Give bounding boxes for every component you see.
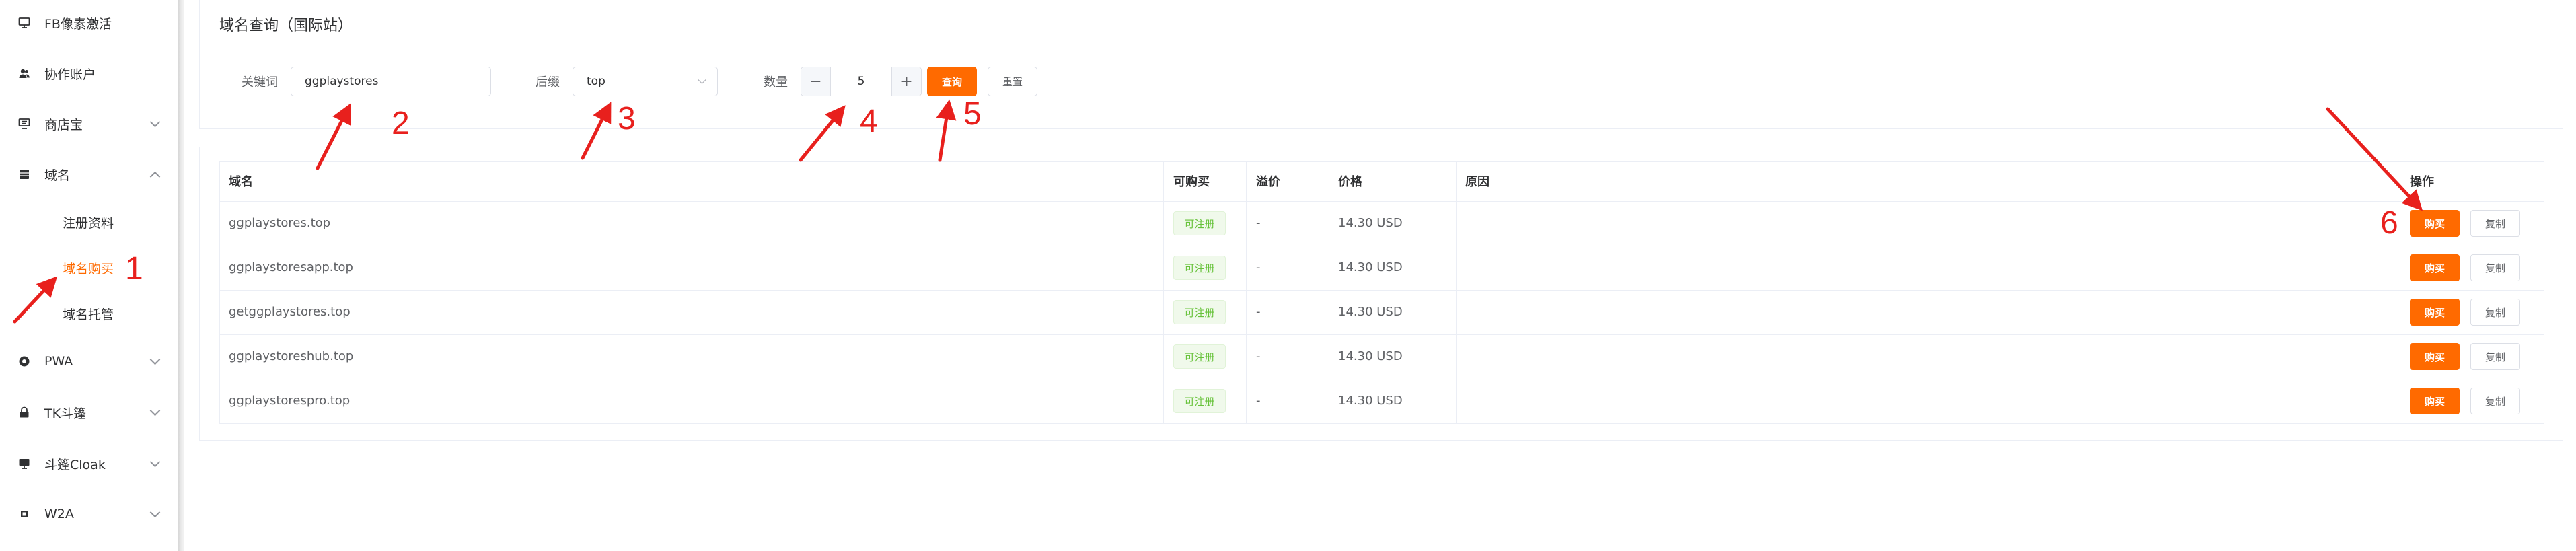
- domain-cell: getggplaystores.top: [229, 305, 351, 319]
- menu-item-w2a[interactable]: W2A: [0, 494, 178, 534]
- menu-label: 斗篷Cloak: [44, 457, 106, 472]
- premium-cell: -: [1256, 305, 1261, 319]
- sidebar-divider: [178, 0, 184, 551]
- copy-button[interactable]: 复制: [2470, 343, 2520, 370]
- buy-button[interactable]: 购买: [2410, 210, 2460, 237]
- header-domain: 域名: [229, 175, 253, 189]
- header-premium: 溢价: [1256, 175, 1280, 189]
- chevron-down-icon: [149, 405, 161, 416]
- page-title: 域名查询（国际站）: [219, 17, 353, 34]
- menu-item-store[interactable]: 商店宝: [0, 104, 178, 144]
- monitor-icon: [17, 16, 31, 30]
- status-badge: 可注册: [1173, 256, 1226, 280]
- menu-item-collab-account[interactable]: 协作账户: [0, 53, 178, 94]
- submenu-item-domain-purchase[interactable]: 域名购买: [0, 248, 178, 288]
- copy-button[interactable]: 复制: [2470, 210, 2520, 237]
- search-card: [199, 0, 2563, 129]
- increase-button[interactable]: +: [891, 67, 921, 96]
- suffix-select[interactable]: top: [573, 67, 718, 96]
- header-reason: 原因: [1465, 175, 1489, 189]
- domain-cell: ggplaystoreshub.top: [229, 349, 354, 363]
- decrease-button[interactable]: −: [801, 67, 831, 96]
- annotation-number: 1: [125, 251, 143, 287]
- server-icon: [17, 168, 31, 181]
- menu-item-domain[interactable]: 域名: [0, 154, 178, 194]
- annotation-number: 6: [2380, 205, 2398, 241]
- chevron-down-icon: [149, 507, 161, 518]
- buy-button[interactable]: 购买: [2410, 299, 2460, 326]
- premium-cell: -: [1256, 349, 1261, 363]
- buy-button[interactable]: 购买: [2410, 254, 2460, 281]
- price-cell: 14.30 USD: [1338, 394, 1403, 408]
- keyword-label: 关键词: [242, 75, 278, 89]
- domain-cell: ggplaystores.top: [229, 216, 331, 230]
- status-badge: 可注册: [1173, 300, 1226, 324]
- submenu-item-registration-info[interactable]: 注册资料: [0, 202, 178, 242]
- lock-icon: [17, 406, 31, 419]
- submenu-item-domain-hosting[interactable]: 域名托管: [0, 293, 178, 334]
- row-divider: [219, 334, 2544, 335]
- header-actions: 操作: [2410, 175, 2434, 189]
- domain-cell: ggplaystoresapp.top: [229, 260, 353, 274]
- annotation-number: 3: [618, 101, 636, 137]
- chevron-down-icon: [149, 456, 161, 468]
- submenu-label: 注册资料: [63, 215, 114, 231]
- sidebar: FB像素激活 协作账户 商店宝 域名 注册资料 域名购买 域名托管 PWA TK…: [0, 0, 178, 551]
- copy-button[interactable]: 复制: [2470, 299, 2520, 326]
- status-badge: 可注册: [1173, 211, 1226, 235]
- users-icon: [17, 67, 31, 80]
- price-cell: 14.30 USD: [1338, 260, 1403, 274]
- submenu-label: 域名购买: [63, 261, 114, 277]
- chevron-down-icon: [149, 354, 161, 365]
- status-badge: 可注册: [1173, 389, 1226, 413]
- premium-cell: -: [1256, 394, 1261, 408]
- header-price: 价格: [1338, 175, 1362, 189]
- monitor-icon: [17, 457, 31, 470]
- chevron-up-icon: [149, 171, 161, 182]
- menu-label: 协作账户: [44, 67, 96, 82]
- annotation-number: 5: [963, 96, 982, 132]
- premium-cell: -: [1256, 260, 1261, 274]
- quantity-input[interactable]: 5: [831, 67, 891, 96]
- monitor-icon: [17, 117, 31, 131]
- submenu-label: 域名托管: [63, 307, 114, 322]
- quantity-label: 数量: [764, 75, 788, 89]
- grid-icon: [17, 507, 31, 521]
- keyword-input-value: ggplaystores: [305, 75, 379, 88]
- menu-item-cloak[interactable]: 斗篷Cloak: [0, 443, 178, 484]
- copy-button[interactable]: 复制: [2470, 388, 2520, 414]
- annotation-number: 4: [860, 104, 878, 139]
- header-available: 可购买: [1173, 175, 1210, 189]
- menu-item-fb-pixel[interactable]: FB像素激活: [0, 3, 178, 43]
- suffix-select-value: top: [587, 75, 605, 88]
- menu-label: FB像素激活: [44, 16, 112, 32]
- query-button[interactable]: 查询: [927, 67, 977, 96]
- buy-button[interactable]: 购买: [2410, 388, 2460, 414]
- row-divider: [219, 290, 2544, 291]
- suffix-label: 后缀: [536, 75, 560, 89]
- menu-label: PWA: [44, 354, 73, 369]
- price-cell: 14.30 USD: [1338, 349, 1403, 363]
- keyword-input[interactable]: ggplaystores: [291, 67, 491, 96]
- gear-circle-icon: [17, 355, 31, 368]
- menu-label: TK斗篷: [44, 406, 87, 421]
- annotation-number: 2: [392, 106, 410, 141]
- copy-button[interactable]: 复制: [2470, 254, 2520, 281]
- menu-item-tk-cloak[interactable]: TK斗篷: [0, 392, 178, 433]
- menu-label: 域名: [44, 168, 71, 183]
- domain-cell: ggplaystorespro.top: [229, 394, 351, 408]
- menu-label: W2A: [44, 507, 74, 521]
- status-badge: 可注册: [1173, 344, 1226, 369]
- reset-button[interactable]: 重置: [988, 67, 1037, 96]
- price-cell: 14.30 USD: [1338, 305, 1403, 319]
- menu-item-pwa[interactable]: PWA: [0, 341, 178, 381]
- quantity-stepper: − 5 +: [801, 67, 922, 96]
- buy-button[interactable]: 购买: [2410, 343, 2460, 370]
- price-cell: 14.30 USD: [1338, 216, 1403, 230]
- premium-cell: -: [1256, 216, 1261, 230]
- menu-label: 商店宝: [44, 117, 83, 133]
- chevron-down-icon: [698, 75, 706, 84]
- row-divider: [219, 201, 2544, 202]
- chevron-down-icon: [149, 116, 161, 128]
